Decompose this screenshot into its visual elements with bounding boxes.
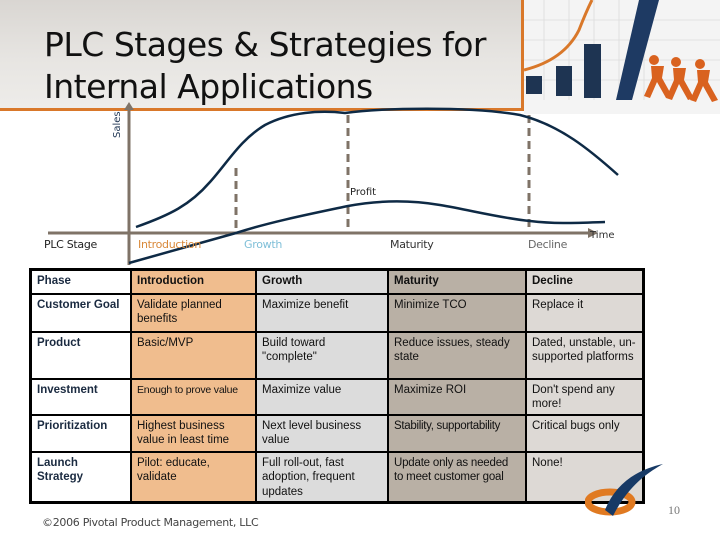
x-axis-label: Time (589, 230, 614, 241)
cell: Maximize value (255, 377, 389, 416)
header-maturity: Maturity (387, 268, 527, 295)
cell: Full roll-out, fast adoption, frequent u… (255, 450, 389, 504)
hero-image-growth-bars (524, 0, 720, 114)
x-axis-arrow-icon (588, 228, 598, 238)
plc-stage-row-label: PLC Stage (44, 238, 98, 251)
cell: Don't spend any more! (525, 377, 645, 416)
cell: Update only as needed to meet customer g… (387, 450, 527, 504)
table-row: Launch Strategy Pilot: educate, validate… (29, 450, 645, 504)
stage-label-maturity: Maturity (390, 238, 434, 251)
table-row: Prioritization Highest business value in… (29, 413, 645, 453)
plc-strategy-table: Phase Introduction Growth Maturity Decli… (29, 268, 645, 504)
table-header-row: Phase Introduction Growth Maturity Decli… (29, 268, 645, 295)
header-phase: Phase (29, 268, 132, 295)
stage-label-introduction: Introduction (138, 238, 202, 251)
checkmark-logo-icon (585, 464, 663, 516)
cell: Pilot: educate, validate (130, 450, 257, 504)
row-label-customer-goal: Customer Goal (29, 292, 132, 333)
stage-label-growth: Growth (244, 238, 283, 251)
cell: Replace it (525, 292, 645, 333)
table-row: Product Basic/MVP Build toward "complete… (29, 330, 645, 380)
copyright-notice: ©2006 Pivotal Product Management, LLC (42, 516, 259, 529)
cell: Minimize TCO (387, 292, 527, 333)
cell: Stability, supportability (387, 413, 527, 453)
stage-label-decline: Decline (528, 238, 568, 251)
cell: Dated, unstable, un-supported platforms (525, 330, 645, 380)
row-label-prioritization: Prioritization (29, 413, 132, 453)
cell: Reduce issues, steady state (387, 330, 527, 380)
cell: Enough to prove value (130, 377, 257, 416)
table-row: Investment Enough to prove value Maximiz… (29, 377, 645, 416)
cell: Highest business value in least time (130, 413, 257, 453)
y-axis-label: Sales (112, 111, 123, 138)
cell: Basic/MVP (130, 330, 257, 380)
header-introduction: Introduction (130, 268, 257, 295)
row-label-product: Product (29, 330, 132, 380)
cell: Maximize ROI (387, 377, 527, 416)
row-label-investment: Investment (29, 377, 132, 416)
cell: Validate planned benefits (130, 292, 257, 333)
cell: Next level business value (255, 413, 389, 453)
cell: Build toward "complete" (255, 330, 389, 380)
header-decline: Decline (525, 268, 645, 295)
page-number: 10 (668, 503, 680, 517)
table-row: Customer Goal Validate planned benefits … (29, 292, 645, 333)
growth-chart-illustration-icon (524, 0, 720, 102)
cell: Maximize benefit (255, 292, 389, 333)
row-label-launch-strategy: Launch Strategy (29, 450, 132, 504)
slide-title: PLC Stages & Strategies for Internal App… (44, 25, 486, 106)
header-growth: Growth (255, 268, 389, 295)
sales-curve (135, 107, 619, 229)
cell: Critical bugs only (525, 413, 645, 453)
profit-curve (128, 200, 606, 265)
profit-label: Profit (350, 187, 376, 198)
